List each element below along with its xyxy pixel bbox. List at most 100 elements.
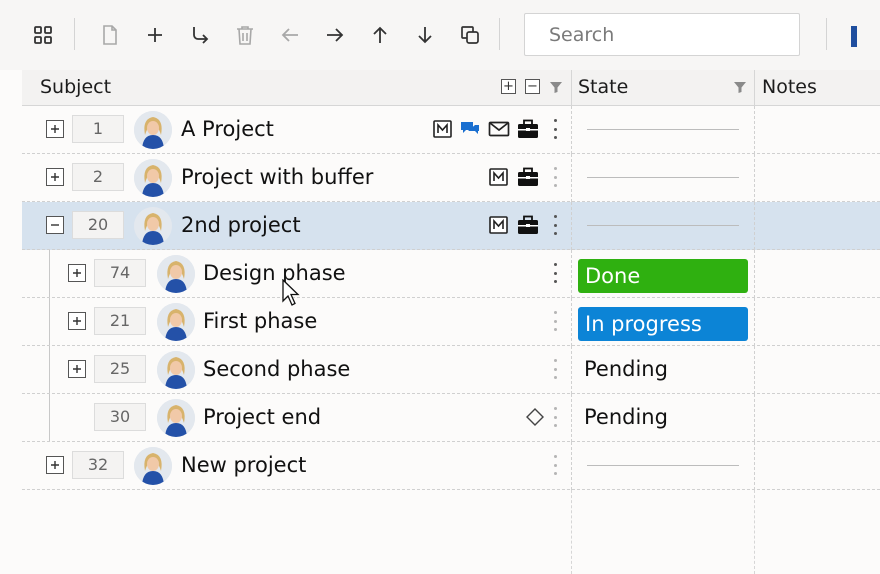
table-row[interactable]: 74 Design phase Done bbox=[22, 250, 880, 298]
cell-divider bbox=[754, 250, 756, 298]
column-header: Subject State Notes bbox=[22, 70, 880, 106]
column-guide bbox=[754, 490, 756, 574]
column-state[interactable]: State bbox=[578, 76, 628, 98]
row-id: 74 bbox=[94, 259, 146, 287]
search-box[interactable] bbox=[524, 13, 800, 56]
row-subject[interactable]: First phase bbox=[203, 309, 317, 333]
briefcase-icon[interactable] bbox=[517, 167, 539, 187]
expand-toggle[interactable] bbox=[68, 360, 86, 378]
row-menu-icon[interactable] bbox=[552, 263, 558, 283]
row-menu-icon[interactable] bbox=[552, 311, 558, 331]
arrow-left-icon[interactable] bbox=[275, 20, 305, 50]
row-subject[interactable]: Design phase bbox=[203, 261, 346, 285]
arrow-down-icon[interactable] bbox=[410, 20, 440, 50]
m-icon[interactable] bbox=[488, 215, 510, 235]
row-id: 25 bbox=[94, 355, 146, 383]
cell-divider bbox=[571, 394, 573, 442]
state-empty bbox=[587, 129, 739, 130]
table-row[interactable]: 32 New project bbox=[22, 442, 880, 490]
column-subject[interactable]: Subject bbox=[40, 76, 111, 98]
row-menu-icon[interactable] bbox=[552, 215, 558, 235]
state-badge-done[interactable]: Done bbox=[578, 259, 748, 293]
add-icon[interactable] bbox=[140, 20, 170, 50]
expand-toggle[interactable] bbox=[46, 168, 64, 186]
filter-icon[interactable] bbox=[733, 80, 747, 94]
row-menu-icon[interactable] bbox=[552, 407, 558, 427]
cell-divider bbox=[571, 106, 573, 154]
row-menu-icon[interactable] bbox=[552, 359, 558, 379]
cell-divider bbox=[754, 202, 756, 250]
avatar bbox=[134, 159, 172, 197]
state-empty bbox=[587, 177, 739, 178]
mail-icon[interactable] bbox=[488, 119, 510, 139]
cell-divider bbox=[754, 154, 756, 202]
row-id: 2 bbox=[72, 163, 124, 191]
cell-divider bbox=[754, 442, 756, 490]
table-row[interactable]: 30 Project end Pending bbox=[22, 394, 880, 442]
avatar bbox=[157, 303, 195, 341]
state-pending[interactable]: Pending bbox=[584, 357, 668, 381]
briefcase-icon[interactable] bbox=[517, 119, 539, 139]
panel-toggle[interactable] bbox=[851, 26, 857, 47]
table-row[interactable]: 1 A Project bbox=[22, 106, 880, 154]
row-id: 21 bbox=[94, 307, 146, 335]
copy-icon[interactable] bbox=[455, 20, 485, 50]
search-input[interactable] bbox=[525, 14, 799, 55]
cell-divider bbox=[571, 298, 573, 346]
cell-divider bbox=[571, 346, 573, 394]
collapse-all-icon[interactable]: − bbox=[525, 79, 540, 94]
column-notes[interactable]: Notes bbox=[762, 76, 817, 98]
cell-divider bbox=[754, 298, 756, 346]
column-guide bbox=[571, 490, 573, 574]
row-subject[interactable]: Second phase bbox=[203, 357, 350, 381]
collapse-toggle[interactable] bbox=[46, 216, 64, 234]
indent-icon[interactable] bbox=[185, 20, 215, 50]
row-id: 1 bbox=[72, 115, 124, 143]
cell-divider bbox=[571, 154, 573, 202]
expand-all-icon[interactable]: + bbox=[501, 79, 516, 94]
row-id: 20 bbox=[72, 211, 124, 239]
row-subject[interactable]: Project with buffer bbox=[181, 165, 373, 189]
row-menu-icon[interactable] bbox=[552, 167, 558, 187]
row-menu-icon[interactable] bbox=[552, 455, 558, 475]
toolbar-divider bbox=[74, 18, 75, 50]
state-empty bbox=[587, 465, 739, 466]
row-subject[interactable]: A Project bbox=[181, 117, 274, 141]
toolbar-divider bbox=[826, 18, 827, 50]
cell-divider bbox=[754, 346, 756, 394]
avatar bbox=[157, 351, 195, 389]
row-menu-icon[interactable] bbox=[552, 119, 558, 139]
briefcase-icon[interactable] bbox=[517, 215, 539, 235]
expand-toggle[interactable] bbox=[46, 456, 64, 474]
milestone-icon[interactable] bbox=[524, 407, 546, 427]
arrow-up-icon[interactable] bbox=[365, 20, 395, 50]
mouse-cursor-icon bbox=[282, 279, 300, 306]
cell-divider bbox=[571, 202, 573, 250]
m-icon[interactable] bbox=[432, 119, 454, 139]
row-subject[interactable]: New project bbox=[181, 453, 306, 477]
state-badge-in-progress[interactable]: In progress bbox=[578, 307, 748, 341]
row-subject[interactable]: 2nd project bbox=[181, 213, 301, 237]
toolbar bbox=[0, 0, 880, 70]
table-row[interactable]: 2 Project with buffer bbox=[22, 154, 880, 202]
arrow-right-icon[interactable] bbox=[320, 20, 350, 50]
expand-toggle[interactable] bbox=[46, 120, 64, 138]
column-divider bbox=[571, 70, 572, 105]
filter-icon[interactable] bbox=[549, 80, 563, 94]
m-icon[interactable] bbox=[488, 167, 510, 187]
avatar bbox=[134, 447, 172, 485]
cell-divider bbox=[571, 442, 573, 490]
chat-icon[interactable] bbox=[459, 119, 481, 139]
table-row[interactable]: 21 First phase In progress bbox=[22, 298, 880, 346]
row-subject[interactable]: Project end bbox=[203, 405, 321, 429]
new-document-icon[interactable] bbox=[95, 20, 125, 50]
state-pending[interactable]: Pending bbox=[584, 405, 668, 429]
delete-icon[interactable] bbox=[230, 20, 260, 50]
avatar bbox=[157, 255, 195, 293]
table-row[interactable]: 25 Second phase Pending bbox=[22, 346, 880, 394]
avatar bbox=[134, 111, 172, 149]
table-row-selected[interactable]: 20 2nd project bbox=[22, 202, 880, 250]
grid-icon[interactable] bbox=[28, 20, 58, 50]
expand-toggle[interactable] bbox=[68, 312, 86, 330]
expand-toggle[interactable] bbox=[68, 264, 86, 282]
